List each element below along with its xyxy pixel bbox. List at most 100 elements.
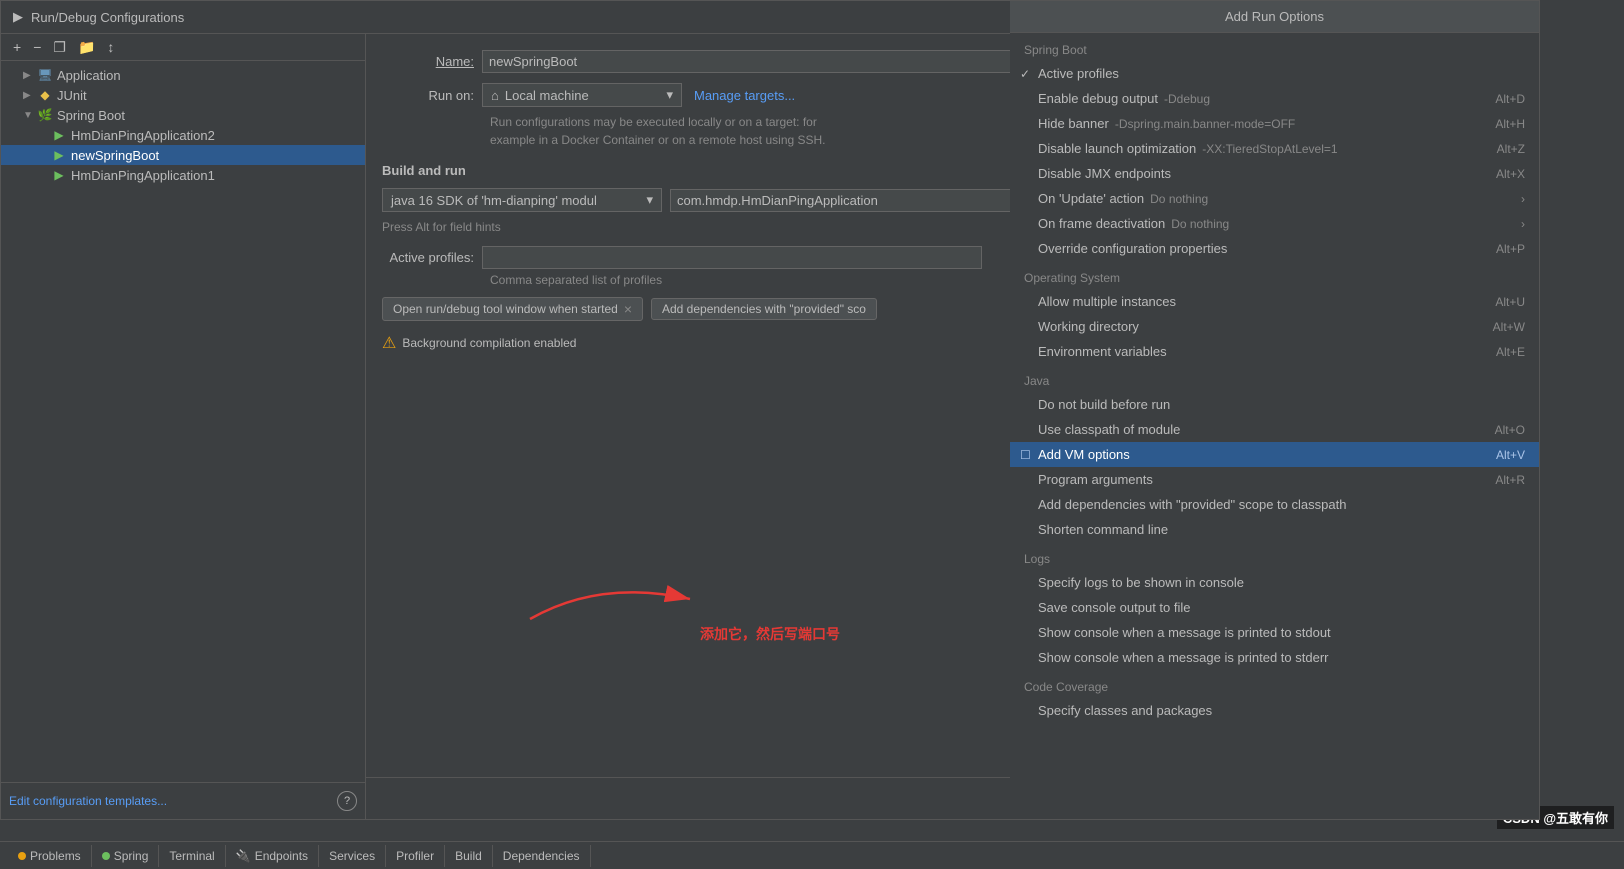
aro-shortcut-override: Alt+P [1496,242,1525,256]
tree-item-hmdianping2[interactable]: ▶ ▶ HmDianPingApplication2 [1,125,365,145]
aro-label-save-console: Save console output to file [1038,600,1191,615]
status-tab-terminal-label: Terminal [169,849,214,863]
status-tab-spring[interactable]: Spring [92,845,160,867]
section-java: Java [1010,364,1539,392]
tree-item-junit[interactable]: ▶ ◆ JUnit [1,85,365,105]
aro-arrow-frame-deact: › [1521,217,1525,231]
tree-item-hmdianping1[interactable]: ▶ ▶ HmDianPingApplication1 [1,165,365,185]
section-spring-boot: Spring Boot [1010,33,1539,61]
run-icon-1: ▶ [51,127,67,143]
tag1-close-icon[interactable]: × [624,301,632,317]
aro-item-override-props[interactable]: Override configuration properties Alt+P [1010,236,1539,261]
aro-label-code-coverage: Specify classes and packages [1038,703,1212,718]
problems-dot-icon [18,852,26,860]
aro-label-show-stderr: Show console when a message is printed t… [1038,650,1329,665]
chevron-down-icon: ▾ [666,87,673,103]
arrow-spring-boot: ▼ [23,110,37,121]
manage-targets-link[interactable]: Manage targets... [694,88,795,103]
aro-item-add-deps-provided[interactable]: Add dependencies with "provided" scope t… [1010,492,1539,517]
status-tab-terminal[interactable]: Terminal [159,845,225,867]
aro-item-update-action[interactable]: On 'Update' action Do nothing › [1010,186,1539,211]
aro-item-hide-banner[interactable]: Hide banner -Dspring.main.banner-mode=OF… [1010,111,1539,136]
spring-dot-icon [102,852,110,860]
tag-add-deps[interactable]: Add dependencies with "provided" sco [651,298,877,320]
aro-item-disable-launch[interactable]: Disable launch optimization -XX:TieredSt… [1010,136,1539,161]
aro-item-no-build[interactable]: Do not build before run [1010,392,1539,417]
add-config-button[interactable]: + [9,38,25,56]
aro-header-title: Add Run Options [1010,1,1539,33]
status-tab-build[interactable]: Build [445,845,493,867]
app-icon: 🖥 [37,67,53,83]
tag-open-window[interactable]: Open run/debug tool window when started … [382,297,643,321]
aro-desc-disable-launch: -XX:TieredStopAtLevel=1 [1202,142,1337,156]
remove-config-button[interactable]: − [29,38,45,56]
aro-label-shorten-cmd: Shorten command line [1038,522,1168,537]
status-tab-services[interactable]: Services [319,845,386,867]
aro-shortcut-disable-jmx: Alt+X [1496,167,1525,181]
sdk-dropdown[interactable]: java 16 SDK of 'hm-dianping' modul ▾ [382,188,662,212]
aro-item-show-stderr[interactable]: Show console when a message is printed t… [1010,645,1539,670]
active-profiles-label: Active profiles: [382,250,482,265]
aro-item-program-args[interactable]: Program arguments Alt+R [1010,467,1539,492]
status-tab-spring-label: Spring [114,849,149,863]
aro-label-active-profiles: Active profiles [1038,66,1119,81]
status-tab-dependencies[interactable]: Dependencies [493,845,591,867]
aro-shortcut-hide-banner: Alt+H [1495,117,1525,131]
tag1-label: Open run/debug tool window when started [393,302,618,316]
local-machine-dropdown[interactable]: ⌂ Local machine ▾ [482,83,682,107]
active-profiles-input[interactable] [482,246,982,269]
aro-item-add-vm-options[interactable]: ☐ Add VM options Alt+V [1010,442,1539,467]
aro-item-debug-output[interactable]: Enable debug output -Ddebug Alt+D [1010,86,1539,111]
copy-config-button[interactable]: ❐ [49,38,70,56]
aro-desc-hide-banner: -Dspring.main.banner-mode=OFF [1115,117,1295,131]
status-tab-profiler[interactable]: Profiler [386,845,445,867]
junit-icon: ◆ [37,87,53,103]
aro-label-update-action: On 'Update' action [1038,191,1144,206]
aro-item-frame-deactivation[interactable]: On frame deactivation Do nothing › [1010,211,1539,236]
left-panel-footer: Edit configuration templates... ? [1,782,365,819]
status-tab-services-label: Services [329,849,375,863]
tree-item-newspringboot[interactable]: ▶ ▶ newSpringBoot [1,145,365,165]
status-tab-problems[interactable]: Problems [8,845,92,867]
aro-shortcut-disable-launch: Alt+Z [1497,142,1525,156]
dialog-title-text: Run/Debug Configurations [31,10,184,25]
status-tab-build-label: Build [455,849,482,863]
aro-item-env-vars[interactable]: Environment variables Alt+E [1010,339,1539,364]
aro-desc-frame-deact: Do nothing [1171,217,1229,231]
tree-item-application[interactable]: ▶ 🖥 Application [1,65,365,85]
aro-item-save-console[interactable]: Save console output to file [1010,595,1539,620]
name-input[interactable] [482,50,1045,73]
run-icon-2: ▶ [51,147,67,163]
help-button[interactable]: ? [337,791,357,811]
aro-item-multiple-instances[interactable]: Allow multiple instances Alt+U [1010,289,1539,314]
sdk-chevron-icon: ▾ [646,192,653,208]
tree-item-spring-boot[interactable]: ▼ 🌿 Spring Boot [1,105,365,125]
tree-label-application: Application [57,68,121,83]
check-active-profiles: ✓ [1020,67,1030,81]
left-panel: + − ❐ 📁 ↕ ▶ 🖥 Application ▶ ◆ JUnit [1,34,366,819]
aro-label-add-vm: Add VM options [1038,447,1130,462]
arrow-application: ▶ [23,70,37,81]
aro-item-active-profiles[interactable]: ✓ Active profiles [1010,61,1539,86]
status-tab-endpoints[interactable]: 🔌 Endpoints [226,845,319,867]
aro-label-frame-deact: On frame deactivation [1038,216,1165,231]
aro-item-show-stdout[interactable]: Show console when a message is printed t… [1010,620,1539,645]
aro-item-code-coverage[interactable]: Specify classes and packages [1010,698,1539,723]
folder-config-button[interactable]: 📁 [74,38,99,56]
section-code-coverage: Code Coverage [1010,670,1539,698]
aro-item-logs-console[interactable]: Specify logs to be shown in console [1010,570,1539,595]
edit-templates-link[interactable]: Edit configuration templates... [9,794,167,808]
sort-config-button[interactable]: ↕ [103,38,118,56]
aro-item-shorten-cmd[interactable]: Shorten command line [1010,517,1539,542]
aro-shortcut-add-vm: Alt+V [1496,448,1525,462]
toolbar: + − ❐ 📁 ↕ [1,34,365,61]
aro-item-disable-jmx[interactable]: Disable JMX endpoints Alt+X [1010,161,1539,186]
aro-arrow-update: › [1521,192,1525,206]
aro-label-working-dir: Working directory [1038,319,1139,334]
aro-item-working-dir[interactable]: Working directory Alt+W [1010,314,1539,339]
aro-item-classpath-module[interactable]: Use classpath of module Alt+O [1010,417,1539,442]
aro-shortcut-multiple: Alt+U [1495,295,1525,309]
aro-shortcut-classpath: Alt+O [1495,423,1525,437]
aro-label-multiple: Allow multiple instances [1038,294,1176,309]
tree-label-hmdianping1: HmDianPingApplication1 [71,168,215,183]
